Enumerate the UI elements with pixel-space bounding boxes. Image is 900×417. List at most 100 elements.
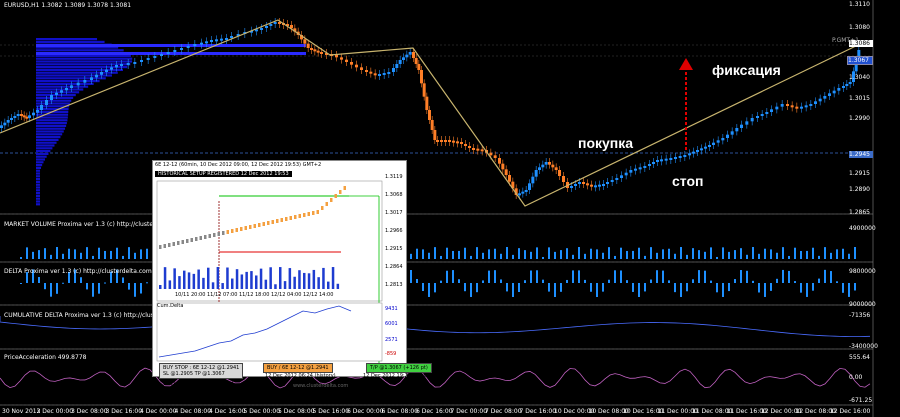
price-axis-label: 1.2890 bbox=[849, 186, 870, 193]
candle-body bbox=[210, 40, 213, 42]
delta-bar bbox=[620, 270, 622, 283]
candle-body bbox=[760, 114, 764, 116]
volume-profile-bar bbox=[36, 158, 46, 161]
time-axis-label: 3 Dec 00:00 bbox=[36, 408, 74, 415]
inset-candle bbox=[316, 210, 319, 214]
cum-delta-axis-label: -71356 bbox=[849, 312, 871, 319]
price-axis-label: 1.3080 bbox=[849, 24, 870, 31]
volume-profile-bar bbox=[36, 68, 123, 71]
candle-body bbox=[220, 38, 223, 41]
delta-bar bbox=[836, 281, 838, 283]
candle-body bbox=[456, 141, 459, 144]
volume-bar bbox=[692, 248, 694, 259]
candle-body bbox=[402, 57, 405, 60]
candle-body bbox=[398, 60, 402, 64]
delta-axis-label: 9000000 bbox=[849, 301, 876, 308]
candle-body bbox=[355, 64, 358, 68]
inset-candle bbox=[199, 236, 202, 240]
candle-body bbox=[795, 106, 799, 109]
candle-body bbox=[32, 112, 35, 116]
delta-bar bbox=[464, 283, 466, 292]
candle-body bbox=[508, 175, 511, 182]
volume-bar bbox=[434, 247, 436, 259]
inset-time-axis: 10/11 20:00 11/12 07:00 11/12 18:00 12/1… bbox=[175, 292, 334, 298]
volume-bar bbox=[524, 250, 526, 259]
delta-bar bbox=[410, 270, 412, 283]
delta-bar bbox=[710, 280, 712, 283]
candle-body bbox=[790, 105, 794, 108]
delta-bar bbox=[452, 270, 454, 283]
inset-volume-bar bbox=[159, 285, 162, 289]
volume-bar bbox=[530, 251, 532, 259]
delta-bar bbox=[848, 283, 850, 297]
volume-bar bbox=[62, 253, 64, 259]
candle-body bbox=[716, 140, 720, 143]
candle-body bbox=[594, 185, 597, 188]
delta-bar bbox=[698, 270, 700, 283]
volume-profile-bar bbox=[36, 77, 106, 80]
time-axis-label: 12 Dec 16:00 bbox=[830, 408, 871, 415]
volume-bar bbox=[410, 253, 412, 259]
accel-axis-label: 0.00 bbox=[849, 374, 863, 381]
candle-body bbox=[440, 140, 443, 142]
inset-volume-bar bbox=[336, 283, 340, 289]
candle-body bbox=[408, 52, 412, 55]
candle-body bbox=[25, 116, 29, 119]
delta-bar bbox=[830, 271, 832, 283]
buy-stop-caption: 11 Dec 2012 05:49 (history) bbox=[163, 381, 234, 387]
volume-profile-bar bbox=[36, 147, 53, 150]
candle-body bbox=[320, 52, 323, 54]
candle-body bbox=[90, 77, 93, 80]
volume-profile-bar bbox=[36, 164, 43, 167]
chart-window[interactable]: EURUSD,H1 1.3082 1.3089 1.3078 1.3081 P.… bbox=[0, 0, 878, 417]
candle-body bbox=[303, 39, 307, 44]
volume-bar bbox=[458, 250, 460, 259]
inset-candle bbox=[276, 219, 279, 223]
volume-bar bbox=[614, 255, 616, 259]
candle-body bbox=[501, 163, 505, 170]
delta-bar bbox=[656, 270, 658, 283]
volume-axis-label: 4900000 bbox=[849, 225, 876, 232]
candle-body bbox=[480, 149, 484, 152]
volume-profile-bar bbox=[36, 57, 133, 60]
inset-candle bbox=[330, 198, 333, 202]
annotation-stop: стоп bbox=[672, 173, 704, 189]
inset-volume-bar bbox=[240, 274, 244, 289]
candle-body bbox=[260, 28, 263, 30]
candle-body bbox=[395, 64, 399, 68]
volume-bar bbox=[608, 247, 610, 259]
volume-profile-bar bbox=[36, 183, 40, 186]
volume-bar bbox=[704, 251, 706, 259]
volume-profile-bar bbox=[36, 96, 74, 99]
inset-volume-bar bbox=[192, 273, 196, 289]
candle-body bbox=[548, 162, 551, 165]
candle-body bbox=[740, 124, 743, 128]
inset-volume-bar bbox=[288, 268, 292, 289]
delta-bar bbox=[722, 283, 724, 297]
inset-candle bbox=[267, 221, 270, 225]
volume-bar bbox=[788, 255, 790, 259]
inset-candle bbox=[271, 220, 274, 224]
volume-bar bbox=[38, 250, 40, 259]
delta-bar bbox=[770, 283, 772, 291]
delta-bar bbox=[578, 270, 580, 283]
candle-body bbox=[656, 160, 659, 162]
candle-body bbox=[692, 151, 695, 154]
candle-body bbox=[13, 116, 17, 118]
volume-bar bbox=[746, 254, 748, 259]
delta-label: DELTA Proxima ver 1.3 (c) http://cluster… bbox=[4, 268, 152, 275]
buy-line1: BUY / 6E 12-12 @1.2941 bbox=[267, 365, 329, 371]
candle-body bbox=[310, 48, 313, 50]
volume-bar bbox=[722, 247, 724, 259]
symbol-info: EURUSD,H1 1.3082 1.3089 1.3078 1.3081 bbox=[4, 2, 132, 9]
inset-volume-bar bbox=[255, 275, 258, 289]
inset-candle bbox=[253, 224, 256, 228]
delta-bar bbox=[470, 283, 472, 297]
volume-profile-bar bbox=[36, 169, 41, 172]
candle-body bbox=[100, 72, 103, 75]
candle-body bbox=[842, 86, 845, 88]
candle-body bbox=[624, 172, 628, 176]
volume-bar bbox=[716, 256, 718, 259]
candle-body bbox=[3, 122, 7, 126]
inset-candle bbox=[190, 238, 193, 242]
